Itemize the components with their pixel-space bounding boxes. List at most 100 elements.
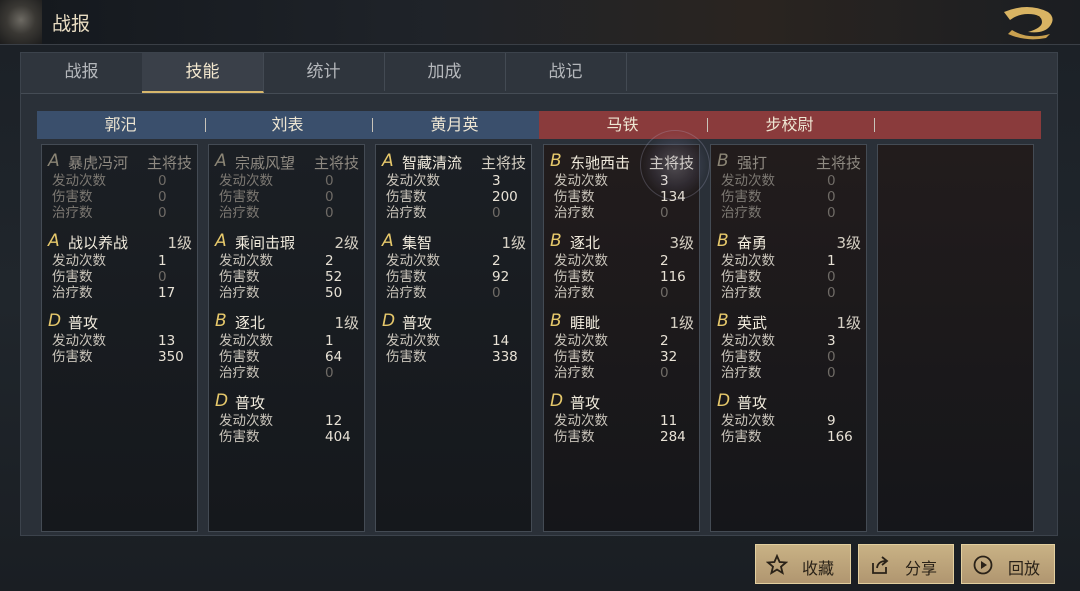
stat-value: 1 [325,333,334,349]
back-emblem-icon[interactable] [0,0,42,44]
stat-value: 0 [660,205,669,221]
replay-button[interactable]: 回放 [961,544,1055,584]
general-name: 郭汜 [104,115,137,134]
stat-value: 0 [827,205,836,221]
stat-row: 伤害数 116 [554,269,688,285]
stat-row: 治疗数 0 [219,205,353,221]
stat-label: 伤害数 [386,189,427,205]
stat-row: 治疗数 0 [386,205,520,221]
skill-level: 1级 [836,314,861,332]
skill-row[interactable]: B 奋勇 3级 [717,231,861,252]
stat-row: 伤害数 0 [52,269,186,285]
stat-row: 伤害数 134 [554,189,688,205]
skill-row[interactable]: B 强打 主将技 [717,151,861,172]
skill-row[interactable]: D 普攻 [717,391,861,412]
stat-value: 14 [492,333,510,349]
stat-row: 发动次数 2 [554,253,688,269]
skill-name: 暴虎冯河 [68,154,129,172]
stat-label: 发动次数 [219,173,273,189]
skill-name: 奋勇 [737,234,768,252]
skill-row[interactable]: D 普攻 [550,391,694,412]
stat-label: 伤害数 [219,189,260,205]
stat-label: 发动次数 [386,173,440,189]
stat-value: 1 [158,253,167,269]
skill-row[interactable]: A 智藏清流 主将技 [382,151,526,172]
stat-label: 治疗数 [554,365,595,381]
stat-value: 166 [827,429,853,445]
skill-grade: A [382,151,394,171]
replay-label: 回放 [1008,559,1041,578]
skill-row[interactable]: A 暴虎冯河 主将技 [48,151,192,172]
stat-value: 3 [827,333,836,349]
stat-value: 52 [325,269,343,285]
stat-value: 0 [827,173,836,189]
skill-name: 逐北 [570,234,601,252]
skill-grade: A [215,231,227,251]
stat-label: 发动次数 [219,253,273,269]
tab-statistics[interactable]: 统计 [263,53,385,91]
stat-value: 0 [827,349,836,365]
skill-grade: D [382,311,396,331]
skill-row[interactable]: D 普攻 [382,311,526,332]
skill-level: 3级 [836,234,861,252]
stat-row: 发动次数 0 [52,173,186,189]
stat-value: 13 [158,333,176,349]
skill-name: 东驰西击 [570,154,631,172]
skill-name: 普攻 [737,394,768,412]
skill-row[interactable]: B 逐北 1级 [215,311,359,332]
stat-value: 17 [158,285,176,301]
skill-row[interactable]: A 宗戚风望 主将技 [215,151,359,172]
tab-bonus[interactable]: 加成 [384,53,506,91]
skill-grade: B [550,151,562,171]
collect-button[interactable]: 收藏 [755,544,851,584]
stat-value: 0 [827,269,836,285]
stat-row: 发动次数 2 [219,253,353,269]
general-name: 刘表 [271,115,304,134]
skill-name: 英武 [737,314,768,332]
stat-row: 发动次数 14 [386,333,520,349]
share-button[interactable]: 分享 [858,544,954,584]
stat-value: 2 [660,253,669,269]
skill-name: 逐北 [235,314,266,332]
general-skill-column: B 东驰西击 主将技 发动次数 3 伤害数 134 治疗数 0 B 逐北 3级 发动次数 2 伤害数 116 治… [543,144,700,532]
stat-row: 发动次数 11 [554,413,688,429]
skill-name: 战以养战 [68,234,129,252]
skill-grade: D [215,391,229,411]
stat-label: 发动次数 [52,253,106,269]
stat-value: 64 [325,349,343,365]
skill-level: 主将技 [648,154,694,172]
skill-row[interactable]: B 东驰西击 主将技 [550,151,694,172]
stat-value: 200 [492,189,518,205]
tab-skills[interactable]: 技能 [142,53,264,93]
skill-row[interactable]: B 逐北 3级 [550,231,694,252]
stat-row: 治疗数 0 [219,365,353,381]
skill-row[interactable]: A 乘间击瑕 2级 [215,231,359,252]
stat-row: 发动次数 3 [554,173,688,189]
general-name [873,111,1040,139]
skill-name: 睚眦 [570,314,601,332]
skill-row[interactable]: D 普攻 [48,311,192,332]
stat-label: 治疗数 [219,365,260,381]
dragon-logo-icon [1004,7,1053,40]
skill-row[interactable]: D 普攻 [215,391,359,412]
skill-row[interactable]: B 睚眦 1级 [550,311,694,332]
stat-label: 伤害数 [554,349,595,365]
skill-row[interactable]: B 英武 1级 [717,311,861,332]
stat-value: 50 [325,285,343,301]
stat-value: 3 [492,173,501,189]
skill-row[interactable]: A 集智 1级 [382,231,526,252]
tab-battle-report[interactable]: 战报 [21,53,143,91]
stat-row: 伤害数 0 [721,349,855,365]
stat-label: 发动次数 [554,333,608,349]
stat-value: 0 [492,205,501,221]
skill-level: 3级 [669,234,694,252]
general-name: 马铁 [606,115,639,134]
skill-row[interactable]: A 战以养战 1级 [48,231,192,252]
ally-header: 郭汜 刘表 黄月英 [37,111,539,139]
stat-value: 0 [158,205,167,221]
stat-value: 404 [325,429,351,445]
stat-label: 治疗数 [219,285,260,301]
stat-row: 发动次数 0 [721,173,855,189]
tab-battle-log[interactable]: 战记 [505,53,627,91]
skill-name: 集智 [402,234,433,252]
